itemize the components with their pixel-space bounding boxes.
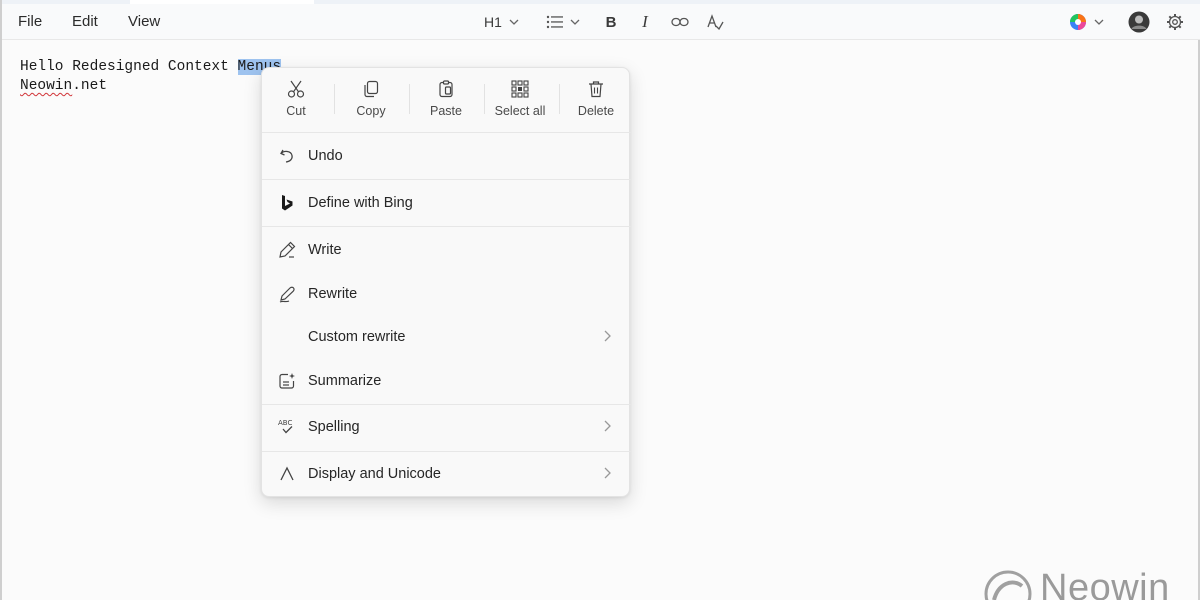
list-dropdown[interactable] xyxy=(542,10,584,34)
divider xyxy=(262,451,631,452)
paste-button[interactable]: Paste xyxy=(411,78,481,124)
divider xyxy=(409,84,410,114)
caret-icon xyxy=(280,466,294,481)
link-icon xyxy=(671,17,689,27)
menu-item-label: Rewrite xyxy=(308,286,358,302)
settings-button[interactable] xyxy=(1165,10,1185,34)
chevron-right-icon xyxy=(604,420,611,432)
gear-icon xyxy=(1167,14,1183,30)
select-all-icon xyxy=(511,80,529,98)
neowin-watermark: Neowin xyxy=(984,566,1170,600)
menu-item-define-with-bing[interactable]: Define with Bing xyxy=(262,186,631,220)
menu-item-label: Write xyxy=(308,242,342,258)
trash-icon xyxy=(589,81,603,98)
menu-item-write[interactable]: Write xyxy=(262,233,631,267)
menu-item-label: Define with Bing xyxy=(308,195,413,211)
editor-line-2: Neowin.net xyxy=(20,77,281,96)
summarize-icon xyxy=(279,373,295,389)
copy-button[interactable]: Copy xyxy=(336,78,406,124)
menu-item-summarize[interactable]: Summarize xyxy=(262,364,631,398)
scissors-icon xyxy=(287,80,305,98)
neowin-logo-icon xyxy=(984,570,1032,600)
menu-view[interactable]: View xyxy=(128,13,160,30)
write-icon xyxy=(279,241,296,258)
list-icon xyxy=(546,15,563,29)
delete-label: Delete xyxy=(577,104,615,118)
context-menu: Cut Copy Paste Select all Delete Undo De… xyxy=(261,67,631,497)
context-command-bar: Cut Copy Paste Select all Delete xyxy=(262,68,631,132)
copilot-icon xyxy=(1070,14,1086,30)
misspelled-word[interactable]: Neowin xyxy=(20,78,72,94)
clear-format-icon xyxy=(707,14,724,30)
divider xyxy=(262,132,631,133)
menu-edit[interactable]: Edit xyxy=(72,13,98,30)
link-button[interactable] xyxy=(669,10,691,34)
chevron-right-icon xyxy=(604,467,611,479)
select-all-label: Select all xyxy=(494,104,546,118)
notepad-window: File Edit View H1 B I Hello Redesigned C… xyxy=(0,0,1200,600)
watermark-text: Neowin xyxy=(1040,566,1170,600)
delete-button[interactable]: Delete xyxy=(561,78,631,124)
svg-text:ABC: ABC xyxy=(278,419,292,427)
heading-label: H1 xyxy=(484,14,502,30)
bing-icon xyxy=(282,195,293,211)
cut-label: Cut xyxy=(286,104,306,118)
italic-button[interactable]: I xyxy=(636,10,654,34)
chevron-down-icon xyxy=(1094,19,1104,25)
undo-icon xyxy=(280,149,293,163)
menu-item-undo[interactable]: Undo xyxy=(262,139,631,173)
menu-item-custom-rewrite[interactable]: Custom rewrite xyxy=(262,320,631,354)
account-button[interactable] xyxy=(1128,10,1150,34)
menu-file[interactable]: File xyxy=(18,13,42,30)
editor-line-1: Hello Redesigned Context Menus xyxy=(20,58,282,77)
spelling-icon: ABC xyxy=(278,419,292,434)
bold-icon: B xyxy=(605,13,617,31)
select-all-button[interactable]: Select all xyxy=(485,78,555,124)
chevron-right-icon xyxy=(604,330,611,342)
paste-icon xyxy=(439,80,453,98)
menu-item-label: Display and Unicode xyxy=(308,466,441,482)
divider xyxy=(262,404,631,405)
divider xyxy=(262,179,631,180)
menu-item-label: Summarize xyxy=(308,373,382,389)
menu-item-label: Custom rewrite xyxy=(308,329,406,345)
divider xyxy=(262,226,631,227)
editor-text: .net xyxy=(72,78,108,94)
menu-item-display-and-unicode[interactable]: Display and Unicode xyxy=(262,457,631,491)
clear-format-button[interactable] xyxy=(704,10,726,34)
copilot-dropdown[interactable] xyxy=(1066,10,1108,34)
menu-item-label: Spelling xyxy=(308,419,360,435)
menu-item-spelling[interactable]: ABC Spelling xyxy=(262,410,631,444)
menu-item-rewrite[interactable]: Rewrite xyxy=(262,277,631,311)
heading-dropdown[interactable]: H1 xyxy=(480,10,524,34)
divider xyxy=(334,84,335,114)
cut-button[interactable]: Cut xyxy=(261,78,331,124)
menu-item-label: Undo xyxy=(308,148,343,164)
rewrite-icon xyxy=(279,286,295,303)
avatar xyxy=(1128,11,1150,33)
toolbar: File Edit View H1 B I xyxy=(2,4,1200,40)
copy-icon xyxy=(364,80,379,98)
chevron-down-icon xyxy=(509,19,519,25)
text-editor[interactable]: Hello Redesigned Context Menus Neowin.ne… xyxy=(20,58,282,96)
copy-label: Copy xyxy=(356,104,386,118)
editor-text: Hello Redesigned Context xyxy=(20,59,238,75)
italic-icon: I xyxy=(642,12,648,31)
paste-label: Paste xyxy=(430,104,462,118)
chevron-down-icon xyxy=(570,19,579,25)
divider xyxy=(559,84,560,114)
bold-button[interactable]: B xyxy=(602,10,620,34)
